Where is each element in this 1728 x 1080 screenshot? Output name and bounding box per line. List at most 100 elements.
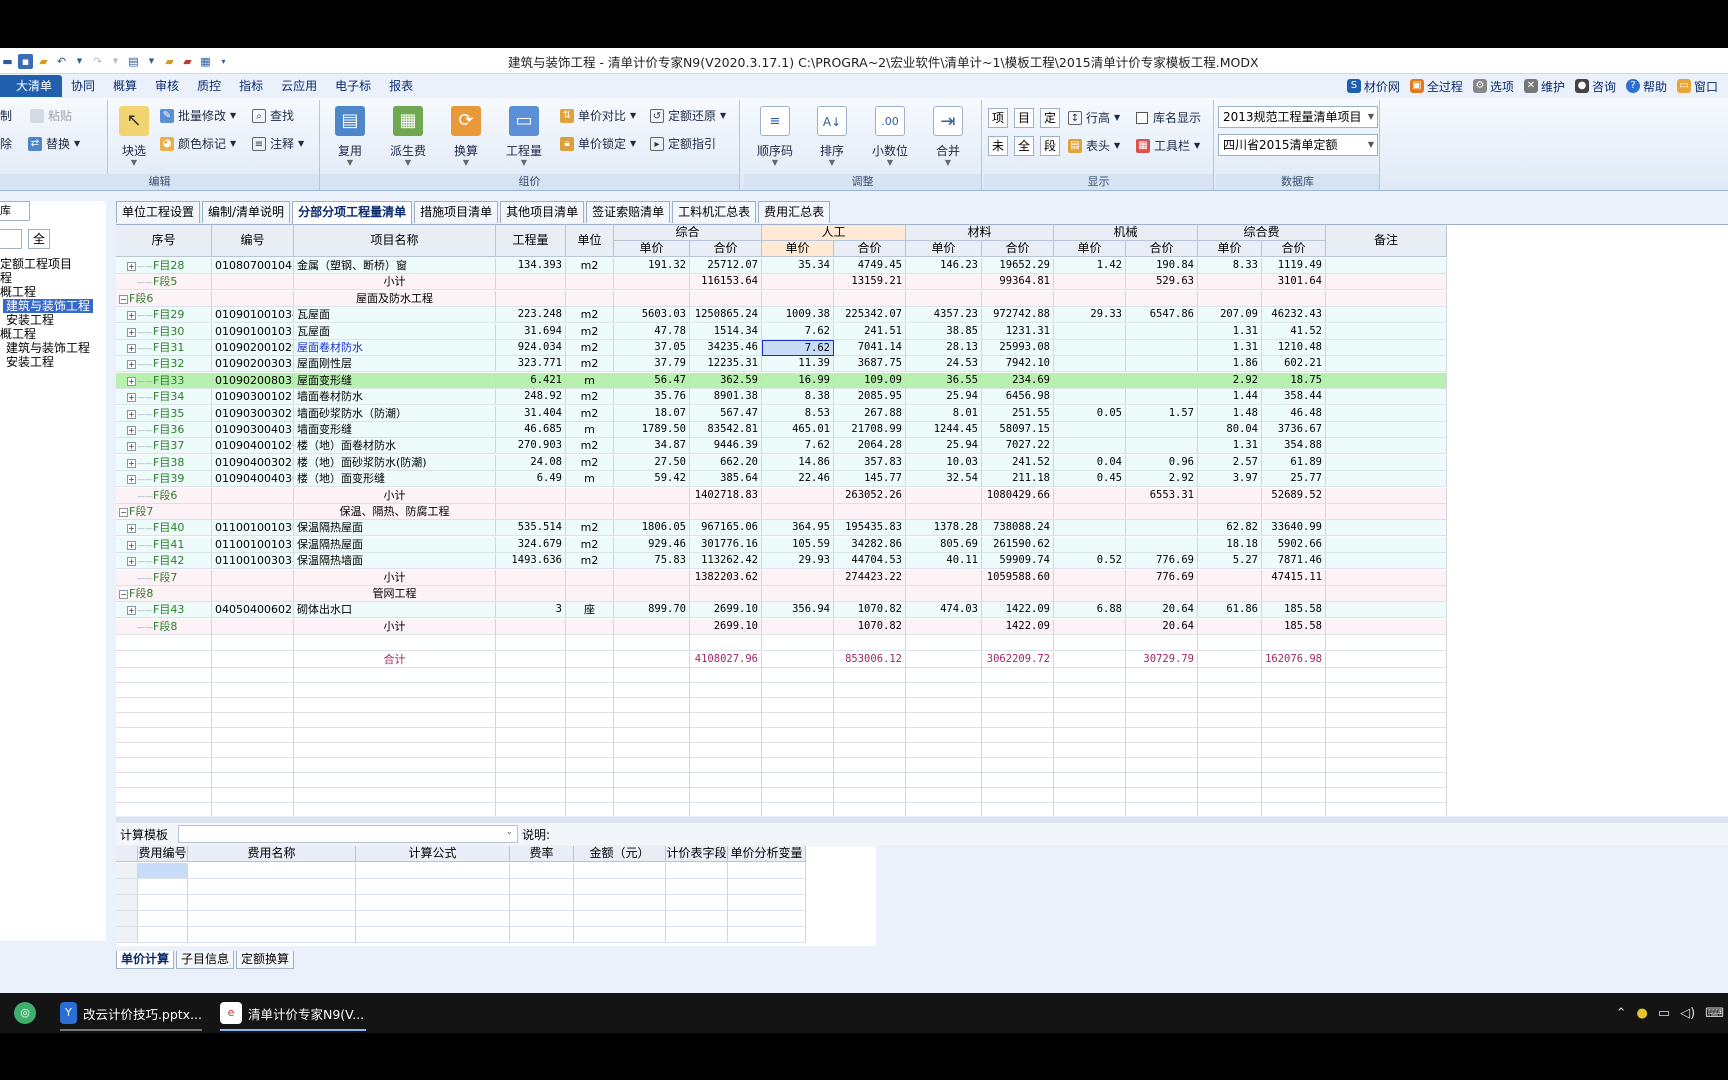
cell-note[interactable] <box>1326 372 1447 389</box>
calc-cell[interactable] <box>510 927 574 943</box>
battery-icon[interactable]: ▭ <box>1658 1006 1670 1021</box>
cell-name[interactable]: 小计 <box>294 569 496 586</box>
expand-toggle-icon[interactable]: + <box>127 442 136 452</box>
empty-cell[interactable] <box>566 803 614 816</box>
cell-unit[interactable]: m2 <box>566 405 614 422</box>
empty-cell[interactable] <box>116 683 212 698</box>
cell-cu[interactable]: 37.79 <box>614 356 690 373</box>
cell-xu[interactable] <box>1054 618 1126 635</box>
calc-row-header[interactable] <box>116 927 138 943</box>
cell-note[interactable] <box>1326 307 1447 324</box>
merge-button[interactable]: ⇥ 合并 ▼ <box>922 104 974 170</box>
lib-name-display-checkbox[interactable]: 库名显示 <box>1136 108 1201 128</box>
start-button[interactable]: ◎ <box>14 995 42 1031</box>
cell-xt[interactable] <box>1126 290 1198 307</box>
empty-cell[interactable] <box>1198 773 1262 788</box>
empty-cell[interactable] <box>762 683 834 698</box>
toggle-mu-button[interactable]: 目 <box>1014 108 1034 128</box>
cell-code[interactable] <box>212 618 294 635</box>
cell-unit[interactable]: m2 <box>566 536 614 553</box>
cell-code[interactable]: 011001001036 <box>212 520 294 537</box>
cell-mu[interactable]: 8.01 <box>906 405 982 422</box>
empty-cell[interactable] <box>116 803 212 816</box>
empty-cell[interactable] <box>906 803 982 816</box>
cell-fu[interactable]: 61.86 <box>1198 602 1262 619</box>
cell-mu[interactable] <box>906 504 982 520</box>
cell-seq[interactable]: + ——F目34 <box>116 389 212 406</box>
cell-xu[interactable] <box>1054 389 1126 406</box>
calc-row-header[interactable] <box>116 895 138 911</box>
cell-note[interactable] <box>1326 602 1447 619</box>
empty-cell[interactable] <box>496 713 566 728</box>
cell-lt[interactable]: 357.83 <box>834 454 906 471</box>
empty-cell[interactable] <box>212 668 294 683</box>
cell-code[interactable]: 011001003038 <box>212 553 294 570</box>
cell-fu[interactable]: 5.27 <box>1198 553 1262 570</box>
cell-code[interactable]: 010902008032* <box>212 372 294 389</box>
empty-row[interactable] <box>116 788 1454 803</box>
cell-mu[interactable] <box>906 651 982 668</box>
cell-lu[interactable] <box>762 274 834 291</box>
empty-cell[interactable] <box>614 773 690 788</box>
header-name[interactable]: 项目名称 <box>294 225 496 257</box>
tab-unit-price-calc[interactable]: 单价计算 <box>116 951 175 969</box>
empty-cell[interactable] <box>982 683 1054 698</box>
select-block-button[interactable]: ↖ 块选 ▼ <box>108 104 160 170</box>
empty-cell[interactable] <box>294 683 496 698</box>
cell-name[interactable]: 砌体出水口 <box>294 602 496 619</box>
cell-mt[interactable]: 1422.09 <box>982 602 1054 619</box>
table-row[interactable]: + ——F目29 010901001034 瓦屋面 223.248 m2 5603.03 12… <box>116 307 1454 324</box>
taskbar-item-app[interactable]: e 清单计价专家N9(V... <box>220 995 366 1031</box>
empty-cell[interactable] <box>1126 788 1198 803</box>
tree-item-selected[interactable]: 建筑与装饰工程 <box>3 299 94 313</box>
cell-code[interactable]: 010902001029 <box>212 340 294 356</box>
empty-cell[interactable] <box>294 728 496 743</box>
empty-cell[interactable] <box>1262 713 1326 728</box>
empty-cell[interactable] <box>212 683 294 698</box>
empty-cell[interactable] <box>496 743 566 758</box>
empty-cell[interactable] <box>1126 728 1198 743</box>
cell-note[interactable] <box>1326 586 1447 602</box>
tree-item[interactable]: 安装工程 <box>6 313 54 327</box>
cell-mt[interactable]: 241.52 <box>982 454 1054 471</box>
cell-xu[interactable] <box>1054 438 1126 455</box>
left-panel-button[interactable] <box>0 229 22 249</box>
calc-cell[interactable] <box>356 863 510 879</box>
expand-toggle-icon[interactable]: + <box>127 426 136 435</box>
calc-cell[interactable] <box>574 927 666 943</box>
cell-mu[interactable]: 25.94 <box>906 438 982 455</box>
cell-lt[interactable]: 13159.21 <box>834 274 906 291</box>
quota-select[interactable]: 四川省2015清单定额 ▼ <box>1218 134 1378 156</box>
header-fee-total[interactable]: 合价 <box>1262 241 1326 257</box>
empty-cell[interactable] <box>690 803 762 816</box>
batch-modify-button[interactable]: ✎ 批量修改 ▼ <box>160 106 236 126</box>
cell-lt[interactable]: 274423.22 <box>834 569 906 586</box>
cell-seq[interactable]: + ——F目33 <box>116 372 212 389</box>
calc-cell[interactable] <box>728 879 806 895</box>
link-material-price[interactable]: S 材价网 <box>1346 78 1400 95</box>
cell-fu[interactable]: 1.86 <box>1198 356 1262 373</box>
cell-ct[interactable]: 1514.34 <box>690 323 762 340</box>
cell-ft[interactable]: 354.88 <box>1262 438 1326 455</box>
empty-cell[interactable] <box>212 803 294 816</box>
cell-fu[interactable]: 2.57 <box>1198 454 1262 471</box>
empty-cell[interactable] <box>1126 743 1198 758</box>
cell-xt[interactable]: 0.96 <box>1126 454 1198 471</box>
cell-seq[interactable]: + ——F目36 <box>116 422 212 438</box>
empty-cell[interactable] <box>116 728 212 743</box>
table-row[interactable]: + ——F目30 010901001035 瓦屋面 31.694 m2 47.78 1514.… <box>116 323 1454 340</box>
cell-unit[interactable] <box>566 651 614 668</box>
header-mach-unit[interactable]: 单价 <box>1054 241 1126 257</box>
empty-cell[interactable] <box>116 758 212 773</box>
cell-mt[interactable]: 234.69 <box>982 372 1054 389</box>
annotate-button[interactable]: ≡ 注释 ▼ <box>252 134 304 154</box>
cell-ft[interactable]: 5902.66 <box>1262 536 1326 553</box>
cell-unit[interactable] <box>566 635 614 652</box>
expand-toggle-icon[interactable]: + <box>127 360 136 370</box>
row-height-button[interactable]: ↕ 行高 ▼ <box>1068 108 1120 128</box>
cell-xt[interactable] <box>1126 389 1198 406</box>
empty-cell[interactable] <box>1326 788 1447 803</box>
table-row[interactable]: + ——F目36 010903004031 墙面变形缝 46.685 m 1789.50 83… <box>116 422 1454 438</box>
cell-code[interactable] <box>212 274 294 291</box>
network-status-icon[interactable]: ● <box>1637 1006 1648 1021</box>
